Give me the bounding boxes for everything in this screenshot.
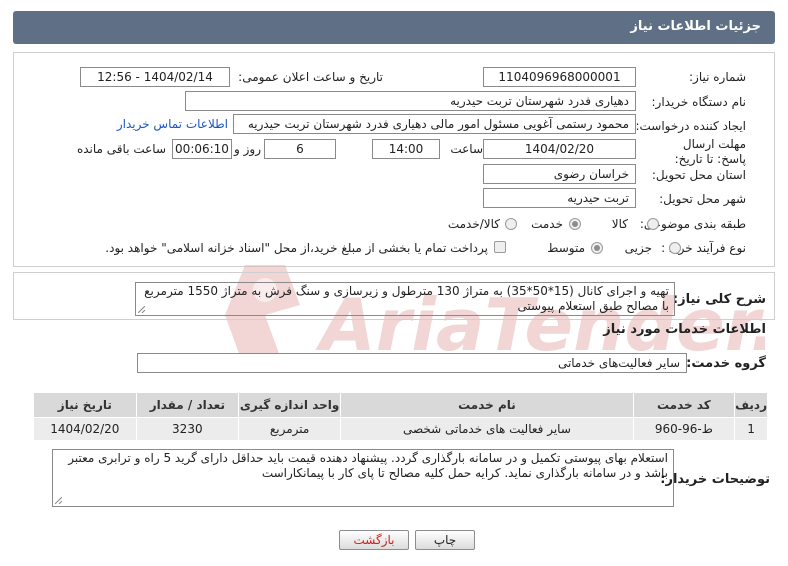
cell-unit: مترمربع [237,417,342,441]
remaining-time-field[interactable]: 00:06:10 [172,139,232,159]
category-radio-goods-service[interactable] [505,218,517,230]
deadline-date-field[interactable]: 1404/02/20 [483,139,636,159]
summary-textarea[interactable]: تهیه و اجرای کانال (15*50*35) به متراژ 1… [135,282,675,316]
service-group-field[interactable]: سایر فعالیت‌های خدماتی [137,353,687,373]
col-service-code: کد خدمت [632,392,736,418]
process-radio-minor[interactable] [669,242,681,254]
city-label: شهر محل تحویل: [659,192,746,206]
service-group-label: گروه خدمت: [686,356,766,371]
table-row[interactable]: 1 ط-96-960 سایر فعالیت های خدماتی شخصی م… [33,417,768,441]
print-button[interactable]: چاپ [415,530,475,550]
category-radio-service[interactable] [569,218,581,230]
announce-field[interactable]: 1404/02/14 - 12:56 [80,67,230,87]
remaining-label: ساعت باقی مانده [76,142,166,156]
province-label: استان محل تحویل: [651,168,746,182]
resize-grip-icon[interactable] [138,306,145,313]
days-field[interactable]: 6 [264,139,336,159]
category-radio-goods[interactable] [647,218,659,230]
treasury-checkbox[interactable] [494,241,506,253]
col-need-date: تاریخ نیاز [33,392,137,418]
province-field[interactable]: خراسان رضوی [483,164,636,184]
cell-row-number: 1 [734,417,768,441]
table-header-row: ردیف کد خدمت نام خدمت واحد اندازه گیری ت… [33,392,768,418]
category-option-goods: کالا [611,217,628,231]
category-option-goods-service: کالا/خدمت [447,217,500,231]
summary-label: شرح کلی نیاز: [672,292,766,307]
city-field[interactable]: تربت حیدریه [483,188,636,208]
category-option-service: خدمت [531,217,563,231]
payment-note: پرداخت تمام یا بخشی از مبلغ خرید،از محل … [105,241,488,255]
buyer-notes-textarea[interactable]: استعلام بهای پیوستی تکمیل و در سامانه با… [52,449,674,507]
col-quantity: تعداد / مقدار [135,392,239,418]
deadline-label: مهلت ارسال پاسخ: تا تاریخ: [674,137,746,166]
creator-field[interactable]: محمود رستمی آغویی مسئول امور مالی دهیاری… [233,114,636,134]
page-title: جزئیات اطلاعات نیاز [630,19,761,34]
col-unit: واحد اندازه گیری [237,392,342,418]
services-table: ردیف کد خدمت نام خدمت واحد اندازه گیری ت… [33,392,768,441]
buyer-org-field[interactable]: دهیاری فدرد شهرستان تربت حیدریه [185,91,636,111]
back-button[interactable]: بازگشت [339,530,409,550]
buyer-notes-label: توضیحات خریدار: [660,472,770,487]
announce-label: تاریخ و ساعت اعلان عمومی: [238,70,383,84]
cell-service-code: ط-96-960 [632,417,736,441]
services-section-title: اطلاعات خدمات مورد نیاز [603,322,766,337]
need-number-label: شماره نیاز: [689,70,746,84]
cell-quantity: 3230 [135,417,239,441]
buyer-org-label: نام دستگاه خریدار: [651,95,747,109]
cell-need-date: 1404/02/20 [33,417,137,441]
days-label: روز و [234,142,261,156]
contact-buyer-link[interactable]: اطلاعات تماس خریدار [117,117,228,131]
process-radio-medium[interactable] [591,242,603,254]
header-bar: جزئیات اطلاعات نیاز [13,11,775,44]
process-option-medium: متوسط [547,241,585,255]
need-number-field[interactable]: 1104096968000001 [483,67,636,87]
deadline-time-label: ساعت [450,142,483,156]
resize-grip-icon[interactable] [55,497,62,504]
process-option-minor: جزیی [624,241,652,255]
deadline-time-field[interactable]: 14:00 [372,139,440,159]
cell-service-name: سایر فعالیت های خدماتی شخصی [340,417,634,441]
col-row-number: ردیف [734,392,768,418]
col-service-name: نام خدمت [340,392,634,418]
creator-label: ایجاد کننده درخواست: [635,119,746,133]
